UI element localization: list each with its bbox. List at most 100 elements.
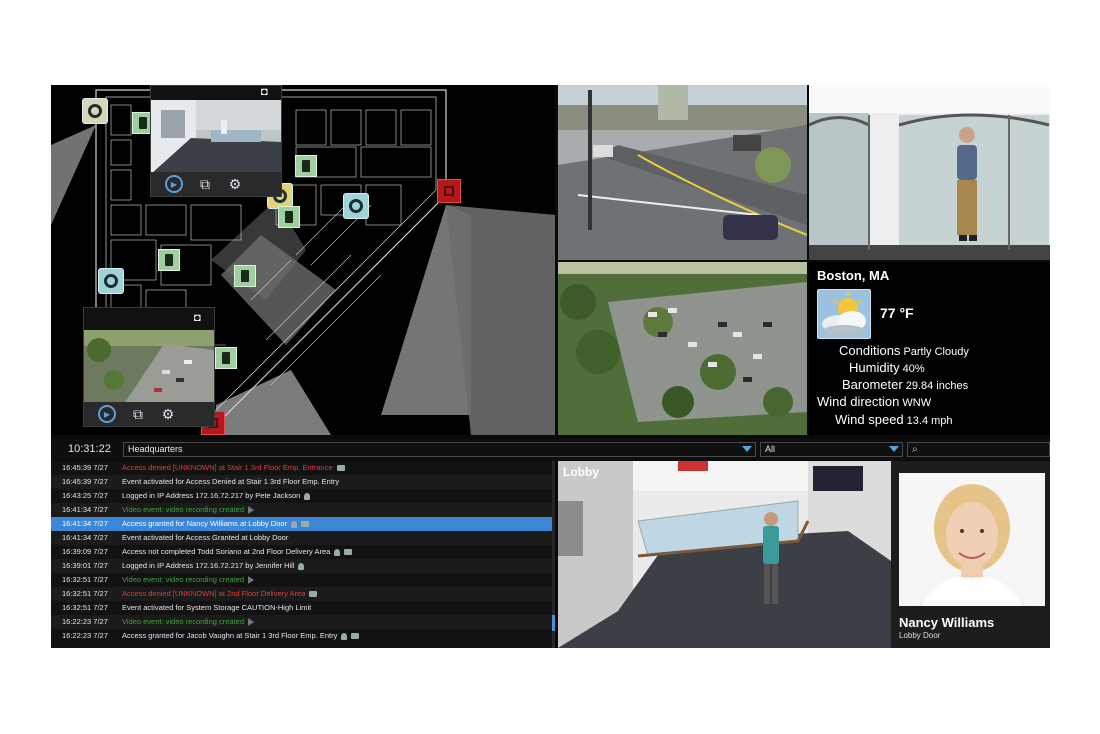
weather-wind-direction: Wind direction WNW <box>817 394 932 409</box>
event-message: Event activated for Access Granted at Lo… <box>122 533 289 542</box>
event-row[interactable]: 16:45:39 7/27 Access denied [UNKNOWN] at … <box>51 461 555 475</box>
event-row[interactable]: 16:41:34 7/27 Event activated for Access … <box>51 531 555 545</box>
security-console: ◘ ▶ ⧉ ⚙ ◘ ▶ ⧉ ⚙ Boston, MA 77 °F Conditi… <box>51 85 1050 648</box>
dome-camera-marker-icon[interactable] <box>98 268 124 294</box>
event-row[interactable]: 16:39:01 7/27 Logged in IP Address 172.16… <box>51 559 555 573</box>
cardholder-name: Nancy Williams <box>899 615 995 630</box>
user-icon[interactable] <box>341 632 348 640</box>
camera-tile-lobby[interactable]: Lobby <box>558 461 891 648</box>
event-message: Access denied [UNKNOWN] at 2nd Floor Del… <box>122 587 318 601</box>
event-message: Logged in IP Address 172.16.72.217 by Je… <box>122 559 305 573</box>
event-message: Video event: video recording created <box>122 573 255 587</box>
event-row[interactable]: 16:32:51 7/27 Event activated for System … <box>51 601 555 615</box>
video-icon[interactable] <box>344 549 353 556</box>
parking-camera-image <box>558 262 807 435</box>
weather-humidity: Humidity 40% <box>849 360 925 375</box>
camera-tile-entrance[interactable] <box>809 85 1050 260</box>
settings-icon[interactable]: ⚙ <box>160 406 176 422</box>
popup-controls: ▶ ⧉ ⚙ <box>151 172 281 196</box>
event-log-scrollbar[interactable] <box>552 461 555 648</box>
event-row[interactable]: 16:22:23 7/27 Access granted for Jacob Va… <box>51 629 555 643</box>
alarm-marker-icon[interactable] <box>437 179 461 203</box>
event-time: 16:45:39 7/27 <box>62 477 108 486</box>
video-icon[interactable] <box>309 591 318 598</box>
event-time: 16:41:34 7/27 <box>62 505 108 514</box>
user-icon[interactable] <box>334 548 341 556</box>
event-row[interactable]: 16:39:09 7/27 Access not completed Todd S… <box>51 545 555 559</box>
event-row[interactable]: 16:32:51 7/27 Access denied [UNKNOWN] at … <box>51 587 555 601</box>
play-icon[interactable] <box>248 506 255 515</box>
event-message: Event activated for Access Denied at Sta… <box>122 477 340 486</box>
user-icon[interactable] <box>298 562 305 570</box>
popup-controls: ▶ ⧉ ⚙ <box>84 402 214 426</box>
weather-conditions: Conditions Partly Cloudy <box>839 343 969 358</box>
event-time: 16:43:25 7/27 <box>62 491 108 500</box>
video-icon[interactable] <box>301 521 310 528</box>
event-message: Access granted for Jacob Vaughn at Stair… <box>122 629 360 643</box>
layouts-icon[interactable]: ⧉ <box>197 176 213 192</box>
site-select-value: Headquarters <box>128 444 183 454</box>
video-icon[interactable] <box>336 465 345 472</box>
event-row[interactable]: 16:22:23 7/27 Video event: video recordin… <box>51 615 555 629</box>
event-row[interactable]: 16:41:34 7/27 Access granted for Nancy Wi… <box>51 517 555 531</box>
event-time: 16:39:01 7/27 <box>62 561 108 570</box>
camera-tile-parking[interactable] <box>558 262 807 435</box>
event-time: 16:41:34 7/27 <box>62 519 108 528</box>
floor-plan-map[interactable]: ◘ ▶ ⧉ ⚙ ◘ ▶ ⧉ ⚙ <box>51 85 555 435</box>
camera-marker-icon[interactable] <box>234 265 256 287</box>
event-log[interactable]: 16:45:39 7/27 Access denied [UNKNOWN] at … <box>51 461 555 648</box>
dome-camera-marker-icon[interactable] <box>343 193 369 219</box>
event-filter-select[interactable]: All <box>760 442 903 457</box>
camera-marker-icon[interactable] <box>295 155 317 177</box>
weather-barometer: Barometer 29.84 inches <box>842 377 969 392</box>
event-message: Access denied [UNKNOWN] at Stair 1 3rd F… <box>122 461 345 475</box>
dome-camera-marker-icon[interactable] <box>82 98 108 124</box>
video-icon[interactable] <box>351 633 360 640</box>
event-time: 16:22:23 7/27 <box>62 617 108 626</box>
weather-wind-speed: Wind speed 13.4 mph <box>835 412 953 427</box>
camera-tile-road[interactable] <box>558 85 807 260</box>
settings-icon[interactable]: ⚙ <box>227 176 243 192</box>
layouts-icon[interactable]: ⧉ <box>130 406 146 422</box>
scrollbar-thumb[interactable] <box>552 615 555 631</box>
user-icon[interactable] <box>304 492 311 500</box>
search-input[interactable]: ⌕ <box>907 442 1050 457</box>
event-time: 16:45:39 7/27 <box>62 463 108 472</box>
event-message: Access not completed Todd Soriano at 2nd… <box>122 545 353 559</box>
event-time: 16:22:23 7/27 <box>62 631 108 640</box>
camera-marker-icon[interactable] <box>158 249 180 271</box>
camera-marker-icon[interactable] <box>278 206 300 228</box>
event-time: 16:41:34 7/27 <box>62 533 108 542</box>
camera-preview-popup[interactable]: ◘ ▶ ⧉ ⚙ <box>150 85 282 197</box>
chevron-down-icon[interactable] <box>889 446 899 452</box>
camera-preview-popup[interactable]: ◘ ▶ ⧉ ⚙ <box>83 307 215 427</box>
play-icon[interactable] <box>248 618 255 627</box>
event-message: Access granted for Nancy Williams at Lob… <box>122 517 310 531</box>
event-time: 16:39:09 7/27 <box>62 547 108 556</box>
event-row[interactable]: 16:32:51 7/27 Video event: video recordin… <box>51 573 555 587</box>
lobby-camera-image <box>558 461 891 648</box>
event-message: Event activated for System Storage CAUTI… <box>122 603 312 612</box>
play-icon[interactable] <box>248 576 255 585</box>
weather-panel: Boston, MA 77 °F Conditions Partly Cloudy… <box>809 262 1050 435</box>
camera-marker-icon[interactable] <box>215 347 237 369</box>
event-row[interactable]: 16:43:25 7/27 Logged in IP Address 172.16… <box>51 489 555 503</box>
user-icon[interactable] <box>291 520 298 528</box>
event-row[interactable]: 16:41:34 7/27 Video event: video recordin… <box>51 503 555 517</box>
camera-preview-image <box>151 100 281 174</box>
cardholder-location: Lobby Door <box>899 631 941 640</box>
site-select[interactable]: Headquarters <box>123 442 756 457</box>
cardholder-panel: Nancy Williams Lobby Door <box>891 461 1050 648</box>
snapshot-icon[interactable]: ◘ <box>194 313 208 324</box>
play-icon[interactable]: ▶ <box>98 405 116 423</box>
road-camera-image <box>558 85 807 260</box>
search-icon[interactable]: ⌕ <box>912 444 918 455</box>
chevron-down-icon[interactable] <box>742 446 752 452</box>
entrance-camera-image <box>809 85 1050 260</box>
event-row[interactable]: 16:45:39 7/27 Event activated for Access … <box>51 475 555 489</box>
snapshot-icon[interactable]: ◘ <box>261 87 275 98</box>
weather-temperature: 77 °F <box>880 305 914 321</box>
event-toolbar: 10:31:22 Headquarters All ⌕ <box>51 439 1050 460</box>
play-icon[interactable]: ▶ <box>165 175 183 193</box>
event-time: 16:32:51 7/27 <box>62 603 108 612</box>
